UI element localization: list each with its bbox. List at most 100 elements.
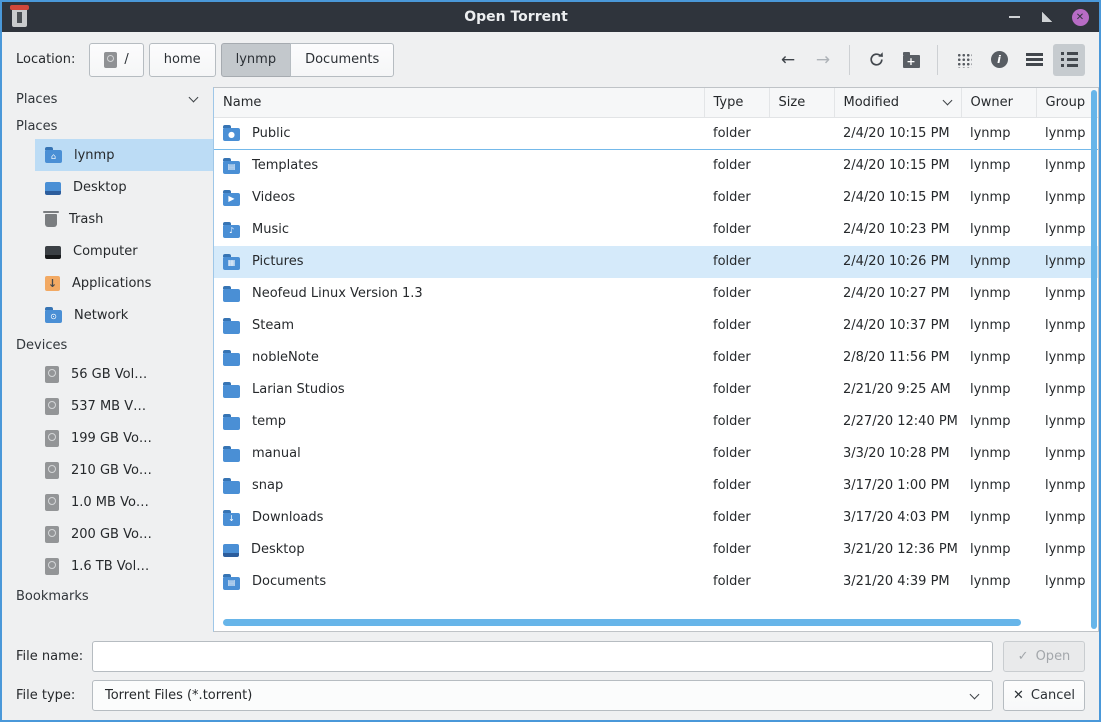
file-size-cell: [769, 534, 834, 566]
sidebar-item-1-6-tb-vol-[interactable]: 1.6 TB Vol…: [35, 550, 213, 582]
hard-drive-icon: [45, 462, 59, 479]
file-name-text: Documents: [252, 574, 326, 589]
file-name-cell: ▦Pictures: [214, 246, 704, 278]
sidebar-item-label: 56 GB Vol…: [71, 367, 147, 382]
vertical-scrollbar[interactable]: [1091, 90, 1097, 629]
file-size-cell: [769, 150, 834, 182]
sidebar-item-label: 200 GB Vo…: [71, 527, 152, 542]
table-row[interactable]: ▤Documentsfolder3/21/20 4:39 PMlynmplynm…: [214, 566, 1098, 598]
maximize-icon: [1042, 12, 1052, 22]
sidebar-item-applications[interactable]: ↓Applications: [35, 267, 213, 299]
column-header-owner[interactable]: Owner: [961, 88, 1036, 117]
menu-button[interactable]: [1018, 44, 1050, 76]
sidebar-item-200-gb-vo-[interactable]: 200 GB Vo…: [35, 518, 213, 550]
column-header-name[interactable]: Name: [214, 88, 704, 117]
back-button[interactable]: ←: [772, 44, 804, 76]
breadcrumb-documents[interactable]: Documents: [290, 43, 394, 77]
file-owner-cell: lynmp: [961, 438, 1036, 470]
sidebar-item-label: 1.0 MB Vo…: [71, 495, 149, 510]
sidebar-item-desktop[interactable]: Desktop: [35, 171, 213, 203]
hard-drive-icon: [45, 430, 59, 447]
file-list-view: Name Type Size Modified Owner Group ●Pub…: [213, 87, 1099, 632]
open-button[interactable]: ✓ Open: [1003, 641, 1085, 672]
table-row[interactable]: Steamfolder2/4/20 10:37 PMlynmplynmp: [214, 310, 1098, 342]
hard-drive-icon: [45, 398, 59, 415]
cancel-button[interactable]: ✕ Cancel: [1003, 680, 1085, 711]
details-button[interactable]: i: [983, 44, 1015, 76]
file-name-input[interactable]: [92, 641, 993, 672]
column-header-type[interactable]: Type: [704, 88, 769, 117]
table-row[interactable]: ♪Musicfolder2/4/20 10:23 PMlynmplynmp: [214, 214, 1098, 246]
file-size-cell: [769, 342, 834, 374]
sidebar-item-199-gb-vo-[interactable]: 199 GB Vo…: [35, 422, 213, 454]
sidebar-item-1-0-mb-vo-[interactable]: 1.0 MB Vo…: [35, 486, 213, 518]
minimize-button[interactable]: [1005, 8, 1023, 26]
table-row[interactable]: snapfolder3/17/20 1:00 PMlynmplynmp: [214, 470, 1098, 502]
sidebar-item-lynmp[interactable]: ⌂lynmp: [35, 139, 213, 171]
file-type-cell: folder: [704, 438, 769, 470]
file-owner-cell: lynmp: [961, 534, 1036, 566]
file-group-cell: lynmp: [1036, 182, 1098, 214]
maximize-button[interactable]: [1038, 8, 1056, 26]
folder-icon: [223, 481, 240, 494]
file-owner-cell: lynmp: [961, 246, 1036, 278]
file-name-cell: snap: [214, 470, 704, 502]
breadcrumb-home[interactable]: home: [149, 43, 216, 77]
sidebar-item-56-gb-vol-[interactable]: 56 GB Vol…: [35, 358, 213, 390]
table-row[interactable]: ●Publicfolder2/4/20 10:15 PMlynmplynmp: [214, 117, 1098, 150]
table-row[interactable]: tempfolder2/27/20 12:40 PMlynmplynmp: [214, 406, 1098, 438]
table-row[interactable]: Larian Studiosfolder2/21/20 9:25 AMlynmp…: [214, 374, 1098, 406]
table-row[interactable]: ▶Videosfolder2/4/20 10:15 PMlynmplynmp: [214, 182, 1098, 214]
file-modified-cell: 3/3/20 10:28 PM: [834, 438, 961, 470]
forward-button[interactable]: →: [807, 44, 839, 76]
breadcrumb-root[interactable]: /: [89, 43, 143, 77]
sidebar-item-537-mb-v-[interactable]: 537 MB V…: [35, 390, 213, 422]
sidebar-item-210-gb-vo-[interactable]: 210 GB Vo…: [35, 454, 213, 486]
sidebar-item-trash[interactable]: Trash: [35, 203, 213, 235]
file-group-cell: lynmp: [1036, 150, 1098, 182]
file-type-cell: folder: [704, 534, 769, 566]
table-row[interactable]: Neofeud Linux Version 1.3folder2/4/20 10…: [214, 278, 1098, 310]
sidebar-sections: Places⌂lynmpDesktopTrashComputer↓Applica…: [2, 112, 213, 609]
new-folder-button[interactable]: [895, 44, 927, 76]
drive-icon: [104, 52, 117, 68]
file-size-cell: [769, 470, 834, 502]
folder-download-icon: ↓: [223, 513, 240, 526]
file-name-cell: Desktop: [214, 534, 704, 566]
sidebar-item-label: 537 MB V…: [71, 399, 146, 414]
column-header-modified[interactable]: Modified: [834, 88, 961, 117]
column-header-group[interactable]: Group: [1036, 88, 1098, 117]
list-view-button[interactable]: [1053, 44, 1085, 76]
places-filter-dropdown[interactable]: Places: [2, 86, 213, 112]
column-header-size[interactable]: Size: [769, 88, 834, 117]
table-row[interactable]: ▤Templatesfolder2/4/20 10:15 PMlynmplynm…: [214, 150, 1098, 182]
icon-view-button[interactable]: [948, 44, 980, 76]
file-name-cell: temp: [214, 406, 704, 438]
table-row[interactable]: Desktopfolder3/21/20 12:36 PMlynmplynmp: [214, 534, 1098, 566]
file-name-cell: Steam: [214, 310, 704, 342]
file-type-cell: folder: [704, 502, 769, 534]
table-row[interactable]: ↓Downloadsfolder3/17/20 4:03 PMlynmplynm…: [214, 502, 1098, 534]
file-type-select[interactable]: Torrent Files (*.torrent): [92, 680, 993, 711]
folder-network-icon: ⊙: [45, 310, 62, 323]
close-button[interactable]: ✕: [1071, 8, 1089, 26]
table-row[interactable]: ▦Picturesfolder2/4/20 10:26 PMlynmplynmp: [214, 246, 1098, 278]
horizontal-scrollbar[interactable]: [223, 619, 1021, 626]
sidebar-item-network[interactable]: ⊙Network: [35, 299, 213, 331]
reload-button[interactable]: [860, 44, 892, 76]
file-table: Name Type Size Modified Owner Group ●Pub…: [214, 88, 1098, 598]
folder-video-icon: ▶: [223, 193, 240, 206]
sidebar-item-label: lynmp: [74, 148, 114, 163]
table-row[interactable]: nobleNotefolder2/8/20 11:56 PMlynmplynmp: [214, 342, 1098, 374]
file-owner-cell: lynmp: [961, 342, 1036, 374]
file-name-text: snap: [252, 478, 283, 493]
table-row[interactable]: manualfolder3/3/20 10:28 PMlynmplynmp: [214, 438, 1098, 470]
transmission-app-icon: [12, 7, 27, 27]
breadcrumb-lynmp[interactable]: lynmp: [221, 43, 291, 77]
file-name-text: Steam: [252, 318, 294, 333]
file-name-text: Desktop: [251, 542, 305, 557]
sidebar-item-label: Computer: [73, 244, 138, 259]
minimize-icon: [1009, 16, 1020, 18]
forward-icon: →: [816, 50, 830, 70]
sidebar-item-computer[interactable]: Computer: [35, 235, 213, 267]
